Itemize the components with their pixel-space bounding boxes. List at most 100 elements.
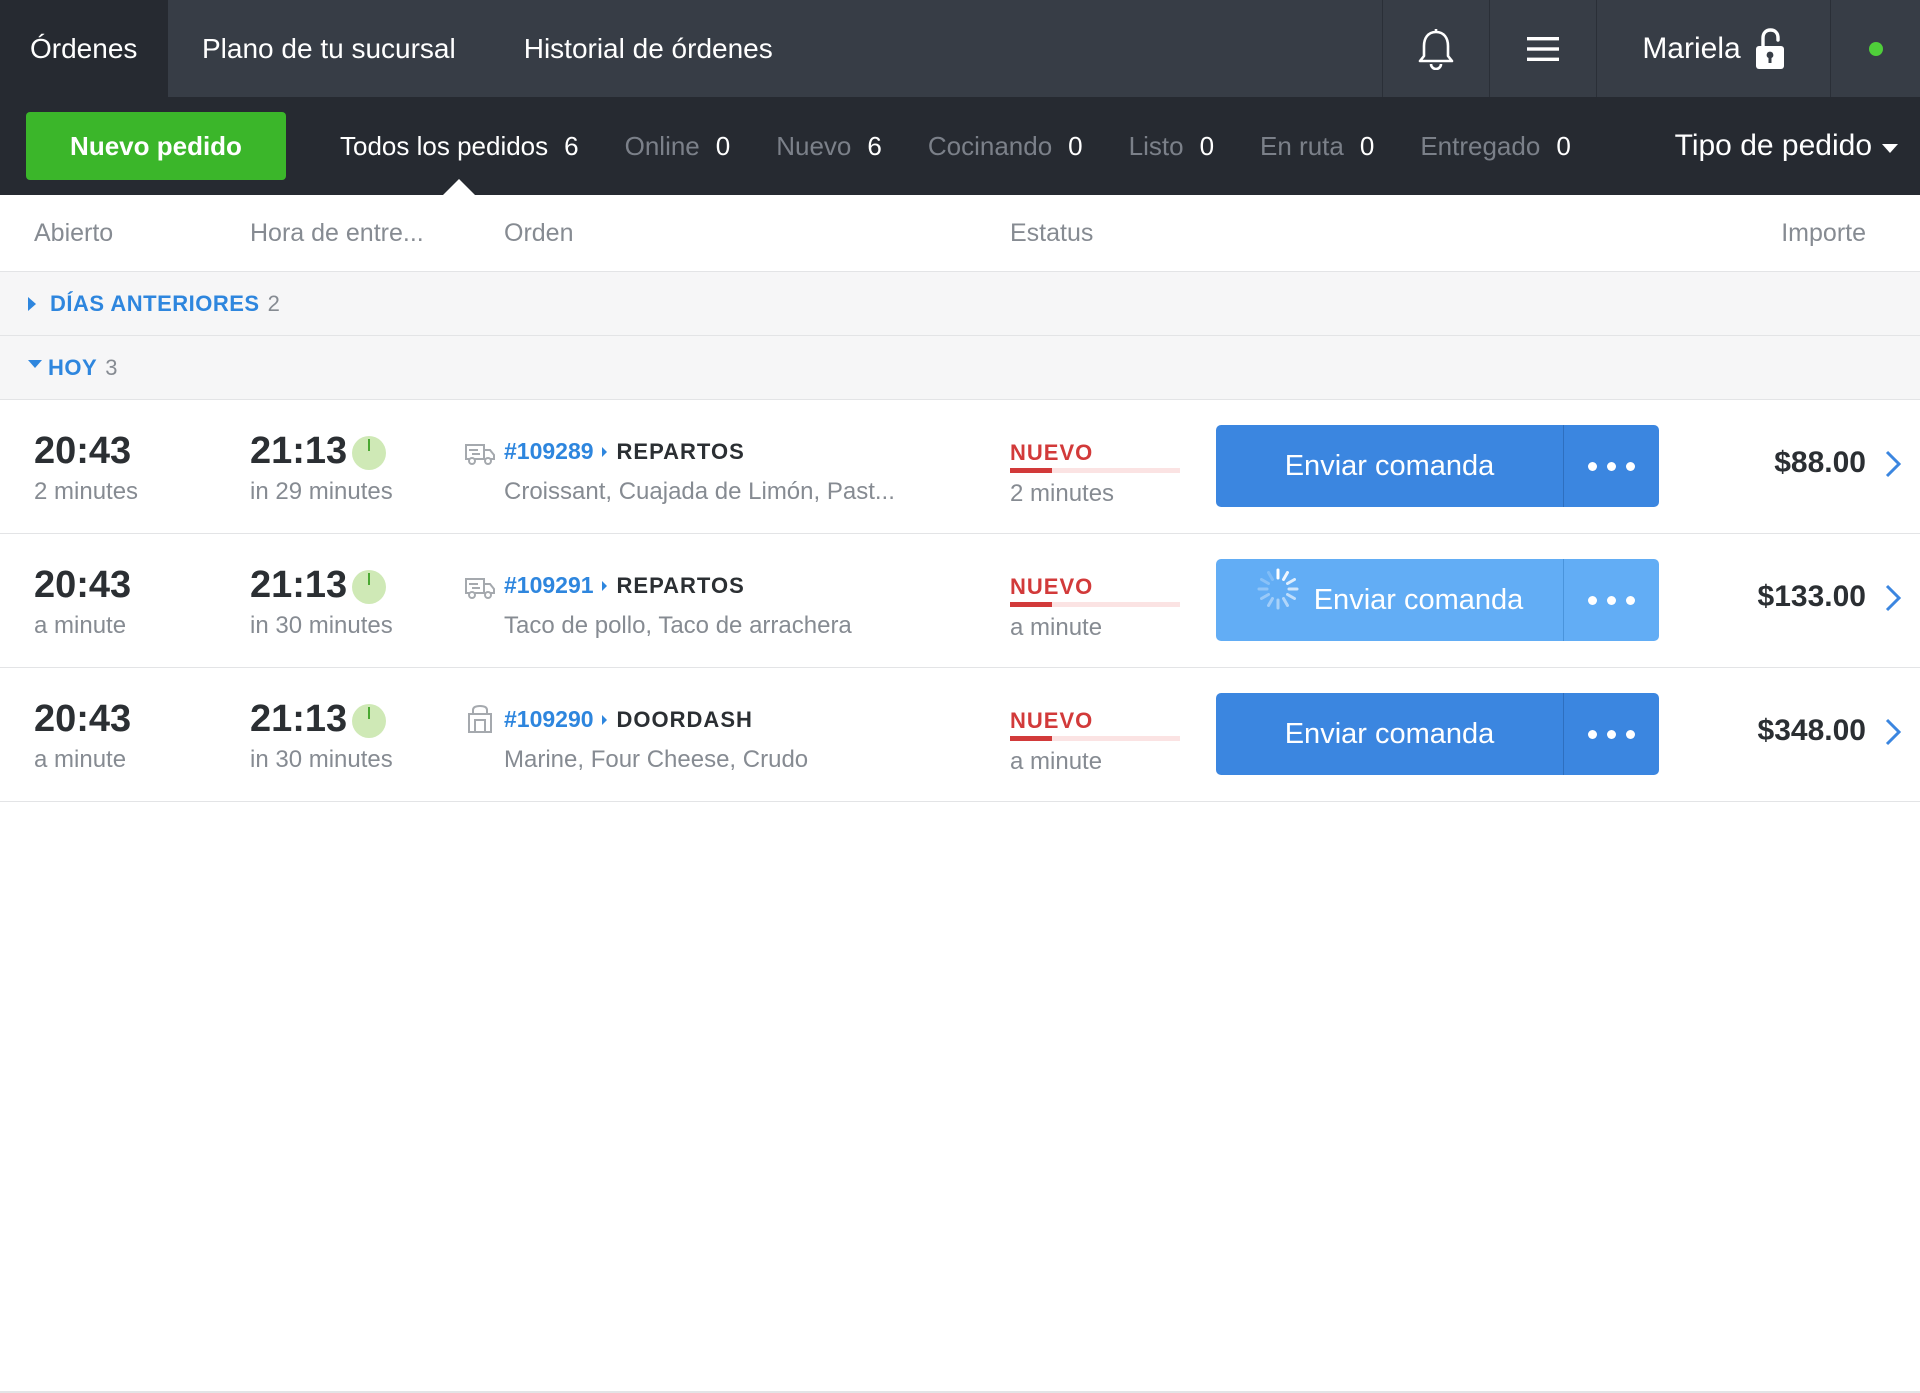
send-ticket-button[interactable]: Enviar comanda: [1216, 425, 1563, 507]
dot: [1588, 729, 1597, 739]
group-previous-days[interactable]: DÍAS ANTERIORES 2: [0, 272, 1920, 336]
filter-tab-listo[interactable]: Listo 0: [1129, 97, 1214, 195]
timer-pie-icon: [352, 570, 386, 604]
online-status-dot-icon: [1868, 41, 1883, 56]
status-progress-fill: [1010, 736, 1052, 741]
order-action-group: Enviar comanda: [1216, 425, 1659, 507]
filter-tab-count: 0: [1359, 130, 1375, 161]
column-header-delivery-time[interactable]: Hora de entre...: [250, 219, 424, 248]
filter-tab-entregado[interactable]: Entregado 0: [1420, 97, 1570, 195]
status-label: NUEVO: [1010, 574, 1094, 599]
dot: [1626, 729, 1635, 739]
more-options-button[interactable]: [1563, 425, 1659, 507]
filter-tab-count: 0: [1556, 130, 1571, 161]
order-reference[interactable]: #109290 DOORDASH: [504, 706, 753, 733]
column-header-opened[interactable]: Abierto: [34, 219, 113, 248]
order-items: Croissant, Cuajada de Limón, Past...: [504, 478, 895, 505]
filter-tab-count: 0: [1199, 130, 1215, 161]
status-ago: a minute: [1010, 748, 1103, 775]
opened-ago: a minute: [34, 746, 127, 773]
user-name: Mariela: [1642, 31, 1741, 65]
order-row[interactable]: 20:43 a minute 21:13 in 30 minutes #1092…: [0, 534, 1920, 668]
filter-tab-nuevo[interactable]: Nuevo 6: [776, 97, 882, 195]
hamburger-icon: [1527, 36, 1559, 61]
group-today[interactable]: HOY 3: [0, 336, 1920, 400]
filter-tab-en-ruta[interactable]: En ruta 0: [1260, 97, 1374, 195]
dot: [1626, 595, 1635, 605]
send-ticket-button[interactable]: Enviar comanda: [1216, 559, 1563, 641]
timer-pie-icon: [352, 704, 386, 738]
more-options-button[interactable]: [1563, 693, 1659, 775]
filter-tab-count: 6: [564, 130, 579, 161]
tab-ordenes[interactable]: Órdenes: [0, 0, 168, 97]
opened-time: 20:43: [34, 698, 132, 740]
column-header-status[interactable]: Estatus: [1010, 219, 1093, 248]
chevron-right-icon[interactable]: [1884, 583, 1902, 613]
filter-tab-label: Listo: [1128, 130, 1184, 161]
order-action-group: Enviar comanda: [1216, 559, 1659, 641]
tab-plano-sucursal[interactable]: Plano de tu sucursal: [168, 0, 490, 97]
send-ticket-label: Enviar comanda: [1313, 583, 1524, 616]
status-label: NUEVO: [1010, 708, 1094, 733]
opened-time: 20:43: [34, 564, 132, 606]
order-row[interactable]: 20:43 a minute 21:13 in 30 minutes #1092…: [0, 668, 1920, 802]
caret-down-icon: [1882, 143, 1898, 153]
dot: [1588, 461, 1597, 471]
notifications-button[interactable]: [1382, 0, 1489, 97]
group-count: 2: [267, 290, 280, 316]
menu-button[interactable]: [1489, 0, 1596, 97]
order-id-link[interactable]: #109289: [504, 438, 594, 464]
filter-tab-cocinando[interactable]: Cocinando 0: [928, 97, 1083, 195]
timer-pie-icon: [352, 436, 386, 470]
order-type-label: Tipo de pedido: [1674, 129, 1872, 162]
status-progress-fill: [1010, 602, 1052, 607]
order-items: Taco de pollo, Taco de arrachera: [504, 612, 852, 639]
order-reference[interactable]: #109289 REPARTOS: [504, 438, 745, 465]
order-id-link[interactable]: #109290: [504, 706, 594, 732]
opened-ago: 2 minutes: [34, 478, 139, 505]
user-lock-button[interactable]: Mariela: [1596, 0, 1830, 97]
order-type-dropdown[interactable]: Tipo de pedido: [1675, 97, 1898, 195]
filter-tab-online[interactable]: Online 0: [625, 97, 731, 195]
dot: [1588, 595, 1597, 605]
unlock-icon: [1755, 27, 1784, 69]
status-filter-tabs: Todos los pedidos 6 Online 0 Nuevo 6 Cocina…: [340, 97, 1617, 195]
column-header-amount[interactable]: Importe: [1781, 219, 1866, 248]
filter-tab-count: 6: [867, 130, 882, 161]
takeout-bag-icon: [468, 704, 492, 733]
order-filter-bar: Nuevo pedido Todos los pedidos 6 Online 0 …: [0, 97, 1920, 195]
status-progress-bar: [1010, 602, 1180, 607]
dot: [1607, 461, 1616, 471]
chevron-right-icon[interactable]: [1884, 449, 1902, 479]
column-header-order[interactable]: Orden: [504, 219, 573, 248]
delivery-time: 21:13: [250, 430, 348, 472]
order-action-group: Enviar comanda: [1216, 693, 1659, 775]
orders-table-header: Abierto Hora de entre... Orden Estatus I…: [0, 195, 1920, 272]
filter-tab-label: Cocinando: [927, 130, 1053, 161]
order-id-link[interactable]: #109291: [504, 572, 594, 598]
order-row[interactable]: 20:43 2 minutes 21:13 in 29 minutes #109…: [0, 400, 1920, 534]
opened-ago: a minute: [34, 612, 127, 639]
order-amount: $348.00: [1757, 714, 1866, 747]
delivery-time: 21:13: [250, 698, 348, 740]
new-order-button[interactable]: Nuevo pedido: [26, 112, 286, 180]
opened-time: 20:43: [34, 430, 132, 472]
delivery-countdown: in 30 minutes: [250, 612, 393, 639]
order-reference[interactable]: #109291 REPARTOS: [504, 572, 745, 599]
delivery-countdown: in 29 minutes: [250, 478, 393, 505]
filter-tab-todos[interactable]: Todos los pedidos 6: [340, 97, 579, 195]
tab-historial-ordenes[interactable]: Historial de órdenes: [490, 0, 807, 97]
tab-label: Órdenes: [30, 32, 138, 64]
chevron-right-icon[interactable]: [1884, 717, 1902, 747]
caret-right-icon: [601, 715, 607, 725]
more-options-button[interactable]: [1563, 559, 1659, 641]
order-source: REPARTOS: [616, 439, 745, 464]
send-ticket-label: Enviar comanda: [1284, 717, 1495, 750]
filter-tab-label: En ruta: [1260, 130, 1344, 161]
group-count: 3: [105, 354, 118, 380]
status-progress-bar: [1010, 468, 1180, 473]
group-label: DÍAS ANTERIORES: [50, 290, 260, 316]
group-label: HOY: [48, 354, 98, 380]
send-ticket-button[interactable]: Enviar comanda: [1216, 693, 1563, 775]
top-navigation-bar: Órdenes Plano de tu sucursal Historial d…: [0, 0, 1920, 97]
